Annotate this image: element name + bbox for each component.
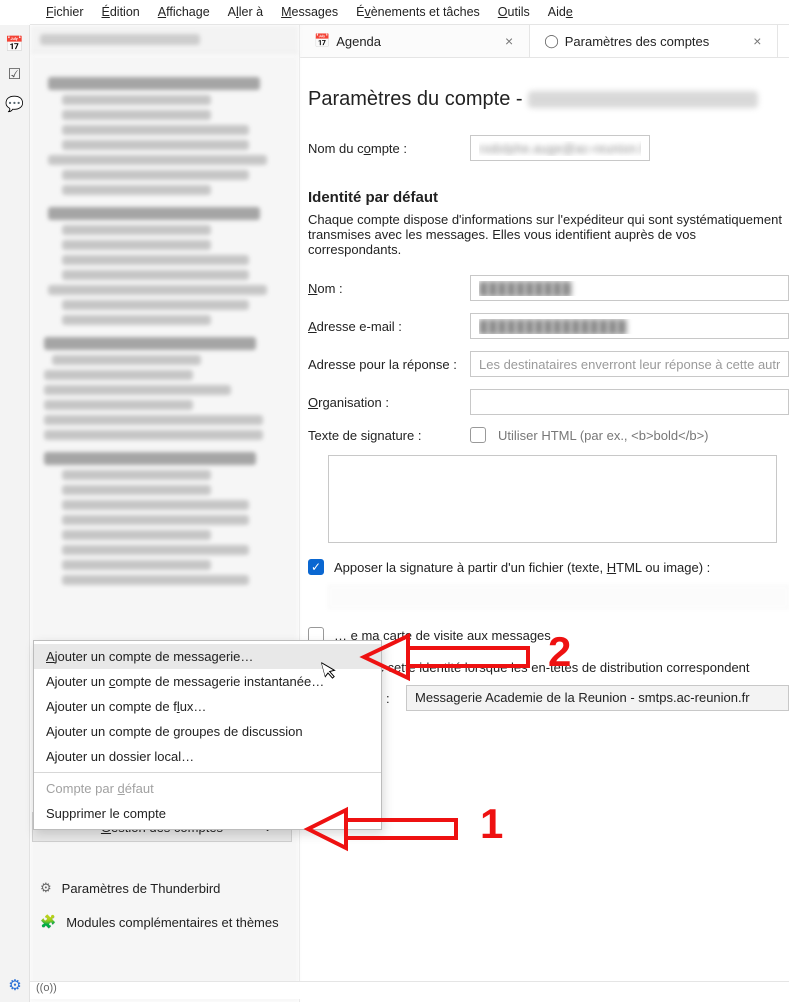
settings-icon: ◯ <box>544 33 559 49</box>
name-input[interactable] <box>470 275 789 301</box>
menu-messages-label: essages <box>292 5 339 19</box>
signature-path-blurred <box>328 585 789 609</box>
menu-go[interactable]: Aller à <box>220 3 271 21</box>
smtp-value: Messagerie Academie de la Reunion - smtp… <box>415 690 750 705</box>
thunderbird-settings-link[interactable]: Paramètres de Thunderbird <box>62 881 221 896</box>
account-name-input[interactable] <box>470 135 650 161</box>
menubar: Fichier Édition Affichage Aller à Messag… <box>30 0 789 25</box>
gear-icon: ⚙ <box>40 880 52 896</box>
smtp-select[interactable]: Messagerie Academie de la Reunion - smtp… <box>406 685 789 711</box>
sidebar-top-blurred <box>30 25 299 55</box>
calendar-small-icon: 📅 <box>314 33 330 49</box>
use-html-label: Utiliser HTML (par ex., <b>bold</b>) <box>498 428 709 443</box>
menu-tools[interactable]: Outils <box>490 3 538 21</box>
menu-help-label: Aide <box>548 5 573 19</box>
menu-edit-label: dition <box>110 5 140 19</box>
context-menu-separator <box>34 772 381 773</box>
signature-textarea[interactable] <box>328 455 777 543</box>
name-label: Nom : <box>308 281 458 296</box>
menu-tools-label: utils <box>508 5 530 19</box>
menu-view[interactable]: Affichage <box>150 3 218 21</box>
dist-partial-label: dre avec cette identité lorsque les en-t… <box>334 660 750 675</box>
menu-messages[interactable]: Messages <box>273 3 346 21</box>
accounts-sidebar <box>30 25 300 1002</box>
use-html-checkbox[interactable] <box>470 427 486 443</box>
bottom-links: ⚙ Paramètres de Thunderbird 🧩 Modules co… <box>40 880 279 948</box>
replyto-label: Adresse pour la réponse : <box>308 357 458 372</box>
menu-help[interactable]: Aide <box>540 3 581 21</box>
menu-add-local-folder[interactable]: Ajouter un dossier local… <box>34 744 381 769</box>
account-name-label: Nom du compte : <box>308 141 458 156</box>
account-email-redacted <box>528 91 758 108</box>
tab-account-settings-close[interactable]: × <box>751 33 763 49</box>
identity-description: Chaque compte dispose d'informations sur… <box>308 212 789 257</box>
menu-add-feed-account[interactable]: Ajouter un compte de flux… <box>34 694 381 719</box>
menu-file[interactable]: Fichier <box>38 3 92 21</box>
replyto-input[interactable] <box>470 351 789 377</box>
tab-agenda[interactable]: 📅 Agenda × <box>300 25 530 57</box>
tab-agenda-close[interactable]: × <box>503 33 515 49</box>
chat-icon[interactable]: 💬 <box>5 95 24 113</box>
menu-go-label: Aller à <box>228 5 263 19</box>
page-title: Paramètres du compte - <box>308 88 789 111</box>
email-input[interactable] <box>470 313 789 339</box>
settings-pane: 📅 Agenda × ◯ Paramètres des comptes × Pa… <box>300 25 789 1002</box>
menu-default-account: Compte par défaut <box>34 776 381 801</box>
identity-heading: Identité par défaut <box>308 189 789 206</box>
attach-signature-checkbox[interactable]: ✓ <box>308 559 324 575</box>
org-label: Organisation : <box>308 395 458 410</box>
tab-account-settings[interactable]: ◯ Paramètres des comptes × <box>530 25 778 57</box>
org-input[interactable] <box>470 389 789 415</box>
vertical-toolstrip: 📅 ☑ 💬 ⚙ <box>0 25 30 1002</box>
page-title-prefix: Paramètres du compte - <box>308 88 528 110</box>
settings-gear-icon[interactable]: ⚙ <box>8 976 21 994</box>
addons-link[interactable]: Modules complémentaires et thèmes <box>66 915 278 930</box>
puzzle-icon: 🧩 <box>40 914 56 930</box>
menu-events-label: Évènements et tâches <box>356 5 480 19</box>
calendar-icon[interactable]: 📅 <box>5 35 24 53</box>
menu-view-label: ffichage <box>166 5 210 19</box>
email-label: Adresse e-mail : <box>308 319 458 334</box>
attach-signature-label: Apposer la signature à partir d'un fichi… <box>334 560 710 575</box>
tasks-icon[interactable]: ☑ <box>8 65 21 83</box>
status-bar: ((o)) <box>30 981 789 999</box>
menu-edit[interactable]: Édition <box>94 3 148 21</box>
tab-agenda-label: Agenda <box>336 34 381 49</box>
menu-events[interactable]: Évènements et tâches <box>348 3 488 21</box>
tab-account-settings-label: Paramètres des comptes <box>565 34 710 49</box>
accounts-tree-blurred <box>30 55 299 1002</box>
menu-delete-account[interactable]: Supprimer le compte <box>34 801 381 826</box>
menu-file-label: ichier <box>54 5 84 19</box>
sig-text-label: Texte de signature : <box>308 428 458 443</box>
menu-add-news-account[interactable]: Ajouter un compte de groupes de discussi… <box>34 719 381 744</box>
